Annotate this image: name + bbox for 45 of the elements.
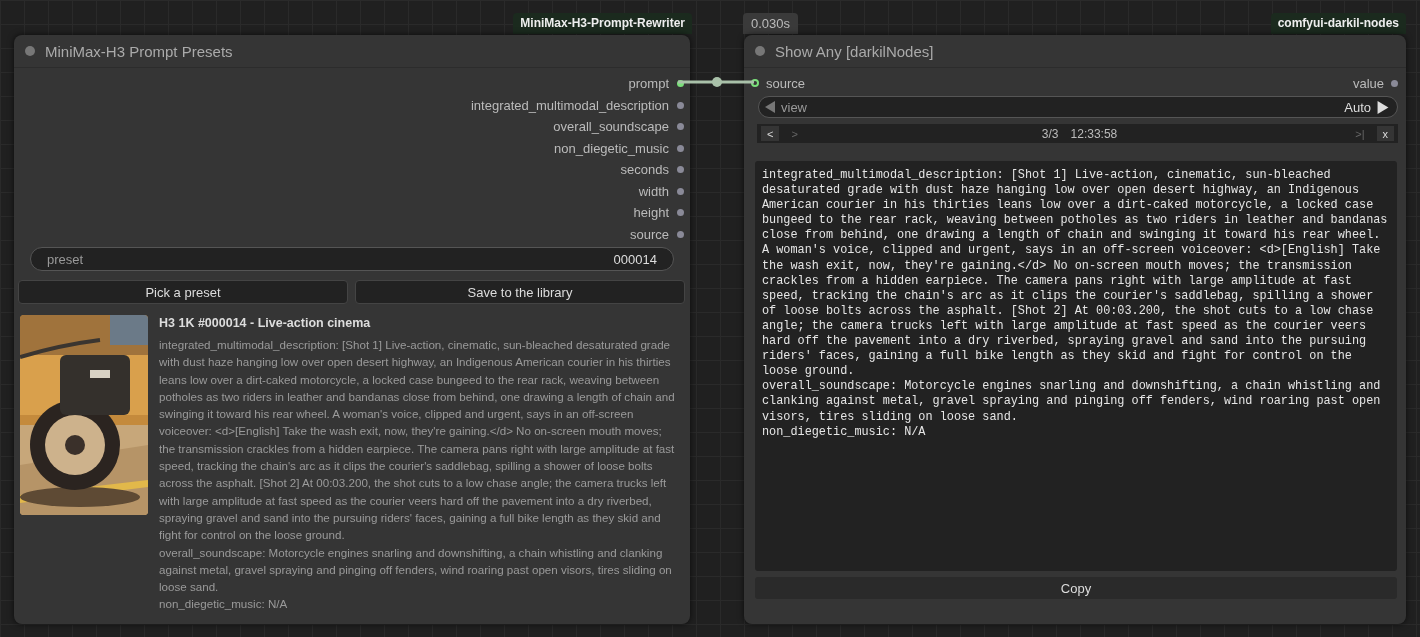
output-label: prompt	[628, 76, 669, 92]
node-title: Show Any [darkilNodes]	[775, 42, 934, 60]
output-text: overall_soundscape: Motorcycle engines snarling and downshifting, a chain whistling and clanking against metal, gravel spraying and pinging off fenders, wind roaring past open visors, tires sliding on loose sand.	[762, 379, 1382, 425]
output-label: overall_soundscape	[553, 119, 669, 135]
pager-button[interactable]: <	[761, 126, 780, 141]
output-socket-icon[interactable]	[1391, 79, 1398, 87]
output-text: non_diegetic_music: N/A	[762, 424, 927, 440]
output-socket-icon[interactable]	[677, 123, 684, 131]
collapse-dot-icon[interactable]	[25, 46, 35, 56]
output-socket-icon[interactable]	[677, 230, 684, 238]
output-label: integrated_multimodal_description	[471, 97, 669, 113]
output-label: source	[629, 226, 669, 242]
output-label: seconds	[620, 162, 669, 178]
output-label: height	[633, 205, 669, 221]
preset-field[interactable]: preset 000014	[30, 247, 674, 271]
copy-button[interactable]: Copy	[755, 577, 1397, 599]
preset-title: H3 1K #000014 - Live-action cinema	[159, 316, 372, 330]
preset-description: non_diegetic_music: N/A	[159, 596, 289, 613]
preset-description: overall_soundscape: Motorcycle engines snarling and downshifting, a chain whistling and clanking against metal, gravel spraying and pinging off fenders, wind roaring past open visors, tires sliding on loose sand.	[159, 544, 673, 596]
node-source-badge: MiniMax-H3-Prompt-Rewriter	[513, 13, 692, 34]
node-source-badge: comfyui-darkil-nodes	[1270, 13, 1406, 34]
output-socket-icon[interactable]	[677, 166, 684, 174]
right-arrow-icon[interactable]	[1377, 100, 1389, 114]
input-label: source	[766, 75, 806, 91]
output-label: non_diegetic_music	[554, 140, 669, 156]
preset-description: integrated_multimodal_description: [Shot 1] Live-action, cinematic, sun-bleached desaturated grade with dust haze hanging low over open desert highway, an Indigenous American courier in his thirties leans low over a dirt-caked motorcycle, a locked case bungeed to the rear rack, weaving between potholes as two riders in leather and bandanas close from behind, one drawing a length of chain and swinging it toward his rear wheel. A woman's voice, clipped and urgent, says in an off-screen voiceover: <d>[English] Take the wash exit, now, they're gaining.</d> No on-screen mouth moves; the transmission crackles from a hidden earpiece. The camera pans right with large amplitude at fast speed, tracking the chain's arc as it clips the courier's saddlebag, spilling a shower of loose bolts across the asphalt. [Shot 2] At 00:03.200, the shot cuts to a low chase angle; the camera trucks left with large amplitude at fast speed as the courier veers hard off the pavement into a dry riverbed, spraying gravel and sand into the pursuing riders' faces, gaining a full bike length as they skid and fight for control on the loose ground.	[159, 337, 676, 544]
output-socket-icon[interactable]	[677, 101, 684, 109]
pager-button[interactable]: x	[1376, 126, 1394, 141]
output-text: integrated_multimodal_description: [Shot 1] Live-action, cinematic, sun-bleached desaturated grade with dust haze hanging low over open desert highway, an Indigenous American courier in his thirties leans low over a dirt-caked motorcycle, a locked case bungeed to the rear rack, weaving between potholes as two riders in leather and bandanas close from behind, one drawing a length of chain and swinging it toward his rear wheel. A woman's voice, clipped and urgent, says in an off-screen voiceover: <d>[English] Take the wash exit, now, they're gaining.</d> No on-screen mouth moves; the transmission crackles from a hidden earpiece. The camera pans right with large amplitude at fast speed, tracking the chain's arc as it clips the courier's saddlebag, spilling a shower of loose bolts across the asphalt. [Shot 2] At 00:03.200, the shot cuts to a low chase angle; the camera trucks left with large amplitude at fast speed as the courier veers hard off the pavement into a dry riverbed, spraying gravel and sand into the pursuing riders' faces, gaining a full bike length as they skid and fight for control on the loose ground.	[762, 168, 1389, 380]
node-button[interactable]: Pick a preset	[18, 280, 348, 304]
input-socket-icon[interactable]	[751, 79, 759, 87]
view-label: view	[781, 99, 807, 115]
timestamp: 12:33:58	[1070, 126, 1118, 141]
node-button[interactable]: Save to the library	[355, 280, 685, 304]
output-socket-icon[interactable]	[677, 209, 684, 217]
output-socket-icon[interactable]	[677, 144, 684, 152]
timing-badge: 0.030s	[743, 13, 799, 34]
left-arrow-icon[interactable]	[765, 101, 775, 113]
page-position: 3/3	[1041, 126, 1059, 141]
output-label: width	[638, 183, 669, 199]
output-socket-icon[interactable]	[677, 187, 684, 195]
output-label: value	[1352, 75, 1384, 91]
node-title: MiniMax-H3 Prompt Presets	[45, 42, 233, 60]
collapse-dot-icon[interactable]	[755, 46, 765, 56]
view-value[interactable]: Auto	[1344, 99, 1371, 115]
